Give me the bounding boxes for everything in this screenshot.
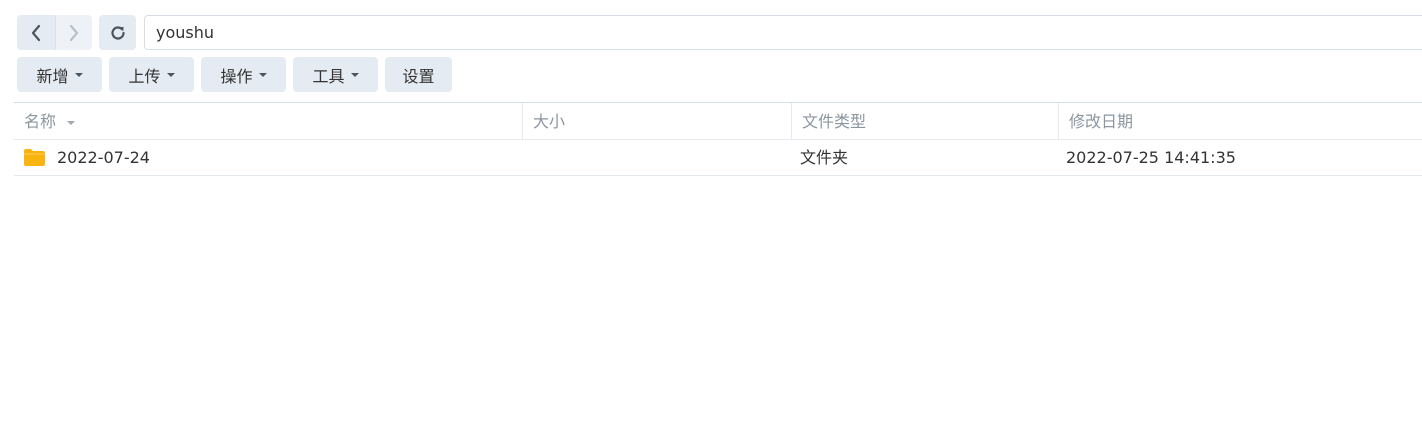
file-table: 名称 大小 文件类型 修改日期 2022-07-24 文件夹 2022-07-2… (14, 102, 1422, 176)
action-button-label: 操作 (220, 66, 253, 86)
column-header-modified-label: 修改日期 (1069, 112, 1134, 131)
create-button-label: 新增 (36, 66, 69, 86)
upload-button[interactable]: 上传 (109, 57, 194, 92)
navigation-bar: youshu (17, 15, 1422, 50)
path-input[interactable]: youshu (144, 15, 1422, 50)
path-text: youshu (156, 23, 215, 42)
create-button[interactable]: 新增 (17, 57, 102, 92)
table-header: 名称 大小 文件类型 修改日期 (14, 102, 1422, 140)
sort-caret-icon (67, 120, 76, 125)
file-type: 文件夹 (800, 148, 849, 167)
upload-button-label: 上传 (128, 66, 161, 86)
tools-button[interactable]: 工具 (293, 57, 378, 92)
column-header-size[interactable]: 大小 (522, 103, 791, 140)
refresh-icon (110, 25, 125, 40)
column-header-type-label: 文件类型 (802, 112, 867, 131)
settings-button-label: 设置 (402, 66, 435, 86)
column-header-size-label: 大小 (533, 112, 566, 131)
chevron-right-icon (69, 24, 78, 41)
caret-down-icon (74, 72, 83, 77)
column-header-type[interactable]: 文件类型 (791, 103, 1058, 140)
action-button[interactable]: 操作 (201, 57, 286, 92)
back-button[interactable] (17, 15, 55, 50)
forward-button[interactable] (54, 15, 92, 50)
folder-icon (24, 149, 45, 166)
tools-button-label: 工具 (312, 66, 345, 86)
chevron-left-icon (31, 24, 40, 41)
table-row[interactable]: 2022-07-24 文件夹 2022-07-25 14:41:35 (14, 140, 1422, 176)
toolbar: 新增 上传 操作 工具 设置 (17, 57, 452, 92)
settings-button[interactable]: 设置 (385, 57, 452, 92)
caret-down-icon (350, 72, 359, 77)
refresh-button[interactable] (99, 15, 136, 50)
column-header-name-label: 名称 (24, 112, 57, 131)
column-header-name[interactable]: 名称 (14, 103, 522, 140)
caret-down-icon (258, 72, 267, 77)
column-header-modified[interactable]: 修改日期 (1058, 103, 1422, 140)
file-modified: 2022-07-25 14:41:35 (1066, 148, 1236, 167)
history-nav-group (17, 15, 92, 50)
file-name: 2022-07-24 (57, 148, 150, 167)
caret-down-icon (166, 72, 175, 77)
